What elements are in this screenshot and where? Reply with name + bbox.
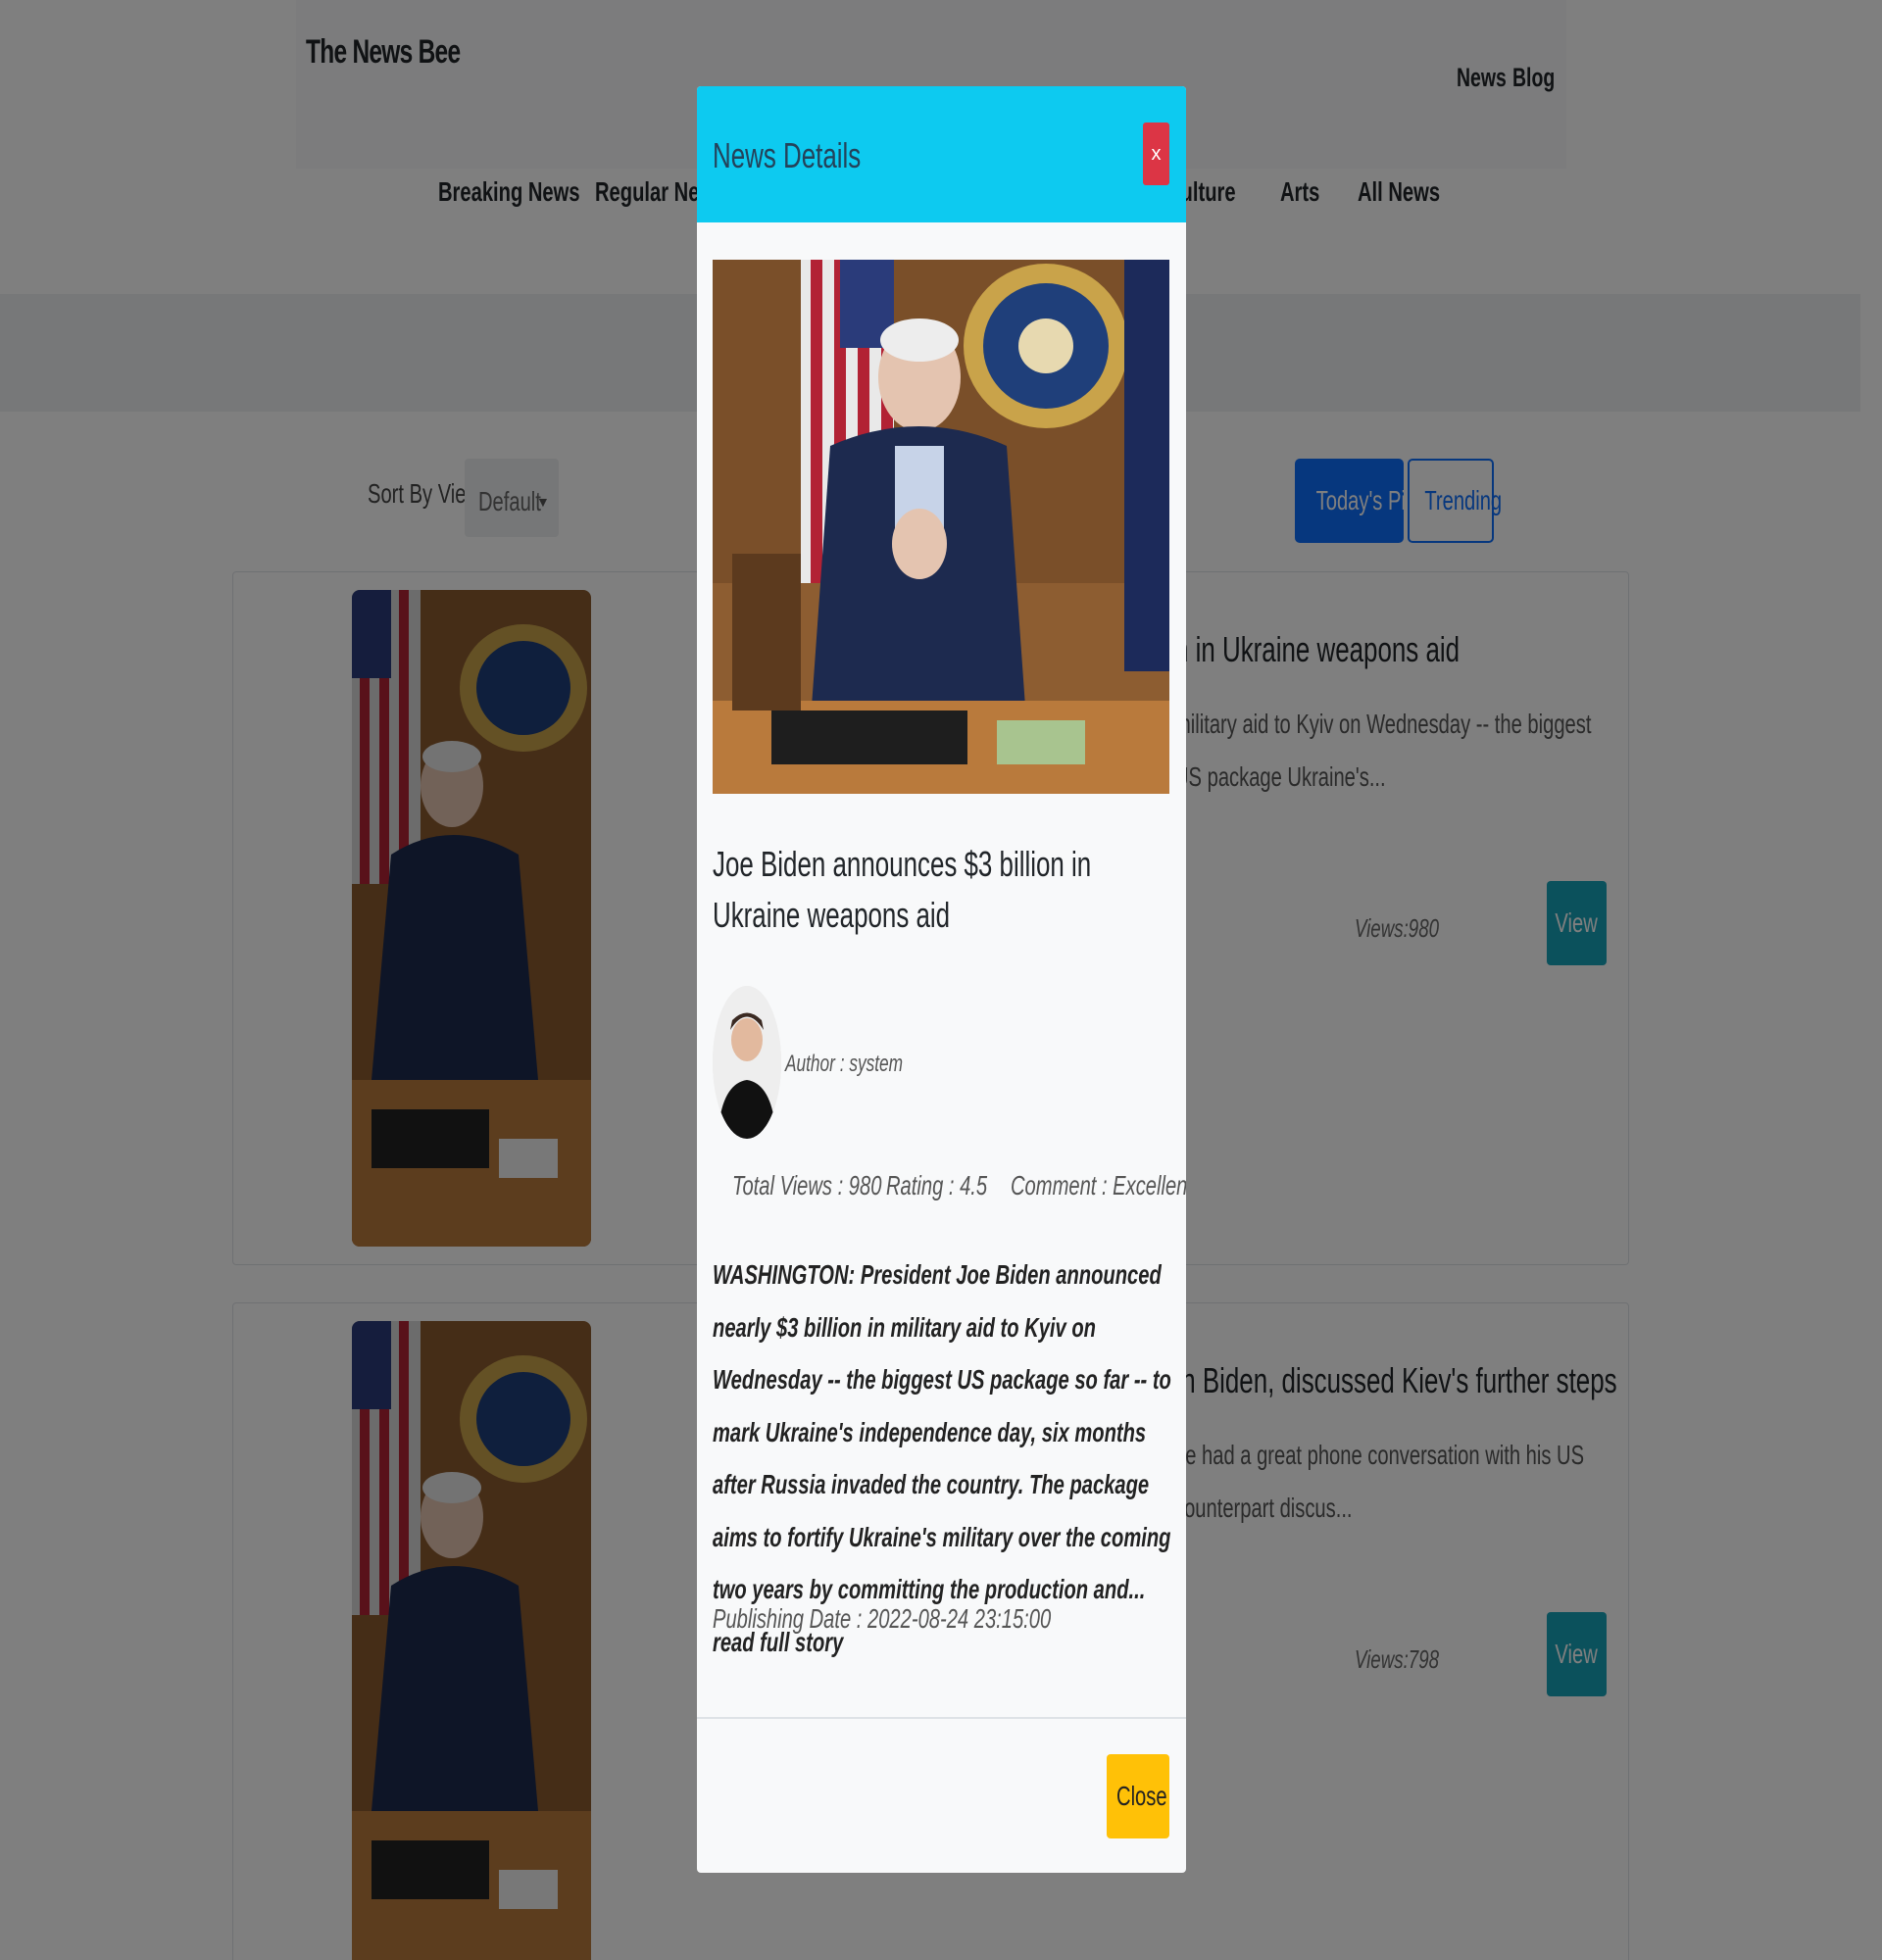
modal-close-x-button[interactable]: x xyxy=(1143,122,1169,185)
news-photo xyxy=(713,260,1169,794)
rating: Rating : 4.5 xyxy=(886,1170,988,1200)
author-name: Author : system xyxy=(785,1051,904,1077)
modal-close-button[interactable]: Close xyxy=(1107,1754,1169,1838)
publishing-date: Publishing Date : 2022-08-24 23:15:00 xyxy=(713,1603,1052,1634)
author-avatar xyxy=(713,986,781,1139)
news-details-modal: News Details x Joe Biden announces $3 bi… xyxy=(697,86,1186,1873)
modal-header: News Details x xyxy=(697,86,1186,222)
modal-title: News Details xyxy=(713,135,862,175)
total-views: Total Views : 980 xyxy=(732,1170,882,1200)
modal-footer-divider xyxy=(697,1717,1186,1719)
comment: Comment : Excellent xyxy=(1011,1170,1186,1200)
news-headline: Joe Biden announces $3 billion in Ukrain… xyxy=(713,844,1092,935)
